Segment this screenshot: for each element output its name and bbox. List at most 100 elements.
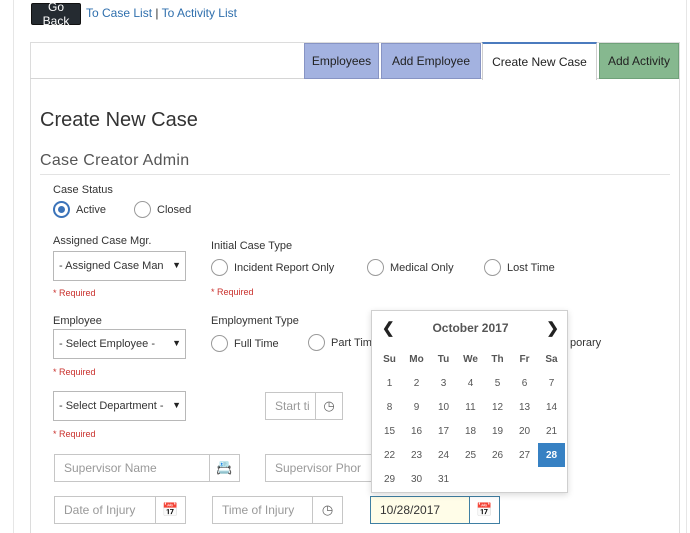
radio-icon — [211, 335, 228, 352]
day-cell[interactable]: 25 — [457, 443, 484, 467]
day-cell[interactable]: 12 — [484, 395, 511, 419]
supervisor-name-input[interactable]: Supervisor Name 📇 — [54, 454, 240, 482]
case-type-incident-radio[interactable]: Incident Report Only — [211, 259, 334, 276]
day-cell[interactable]: 23 — [403, 443, 430, 467]
day-cell — [511, 467, 538, 491]
day-cell[interactable]: 11 — [457, 395, 484, 419]
day-cell[interactable]: 2 — [403, 371, 430, 395]
day-cell[interactable]: 8 — [376, 395, 403, 419]
day-cell[interactable]: 27 — [511, 443, 538, 467]
weekday-row: Su Mo Tu We Th Fr Sa — [376, 347, 565, 371]
chevron-down-icon: ▼ — [172, 400, 181, 410]
weekday-label: Th — [491, 353, 504, 365]
calendar-icon[interactable]: 📅 — [469, 497, 499, 523]
radio-label: Full Time — [234, 337, 279, 350]
day-cell[interactable]: 17 — [430, 419, 457, 443]
assigned-mgr-required: * Required — [53, 288, 96, 298]
day-cell[interactable]: 31 — [430, 467, 457, 491]
day-cell[interactable]: 21 — [538, 419, 565, 443]
time-of-injury-placeholder: Time of Injury — [222, 503, 295, 517]
week-row: 8 9 10 11 12 13 14 — [376, 395, 565, 419]
weekday-label: Mo — [409, 353, 424, 365]
day-cell[interactable]: 18 — [457, 419, 484, 443]
week-row: 1 2 3 4 5 6 7 — [376, 371, 565, 395]
day-cell — [457, 467, 484, 491]
day-cell[interactable]: 16 — [403, 419, 430, 443]
employment-type-label: Employment Type — [211, 315, 299, 327]
id-card-icon: 📇 — [209, 455, 239, 481]
date-of-injury-placeholder: Date of Injury — [64, 503, 136, 517]
radio-label: Active — [76, 203, 106, 216]
chevron-down-icon: ▼ — [172, 338, 181, 348]
radio-label: Part Tim — [331, 336, 372, 349]
tab-add-activity[interactable]: Add Activity — [599, 43, 679, 79]
department-select[interactable]: - Select Department - ▼ — [53, 391, 186, 421]
tab-employees[interactable]: Employees — [304, 43, 379, 79]
datepicker-header: ❮ October 2017 ❯ — [372, 311, 569, 345]
start-time-placeholder: Start ti — [275, 399, 310, 413]
clock-icon[interactable]: ◷ — [315, 393, 342, 419]
chevron-down-icon: ▼ — [172, 260, 181, 270]
day-cell[interactable]: 3 — [430, 371, 457, 395]
day-cell[interactable]: 1 — [376, 371, 403, 395]
tab-add-employee[interactable]: Add Employee — [381, 43, 481, 79]
day-cell[interactable]: 29 — [376, 467, 403, 491]
day-cell[interactable]: 9 — [403, 395, 430, 419]
day-cell — [538, 467, 565, 491]
day-cell[interactable]: 24 — [430, 443, 457, 467]
clock-icon[interactable]: ◷ — [312, 497, 342, 523]
start-time-input[interactable]: Start ti ◷ — [265, 392, 343, 420]
day-cell[interactable]: 28 — [538, 443, 565, 467]
top-links: To Case List | To Activity List — [86, 6, 237, 20]
day-cell[interactable]: 13 — [511, 395, 538, 419]
day-cell[interactable]: 7 — [538, 371, 565, 395]
time-of-injury-input[interactable]: Time of Injury ◷ — [212, 496, 343, 524]
day-cell[interactable]: 14 — [538, 395, 565, 419]
datepicker-popup: ❮ October 2017 ❯ Su Mo Tu We Th Fr Sa 1 … — [371, 310, 568, 493]
section-title: Case Creator Admin — [40, 152, 190, 169]
day-cell[interactable]: 4 — [457, 371, 484, 395]
day-cell[interactable]: 6 — [511, 371, 538, 395]
department-required: * Required — [53, 429, 96, 439]
case-status-closed-radio[interactable]: Closed — [134, 201, 191, 218]
week-row: 22 23 24 25 26 27 28 — [376, 443, 565, 467]
calendar-icon[interactable]: 📅 — [155, 497, 185, 523]
employee-select[interactable]: - Select Employee - ▼ — [53, 329, 186, 359]
radio-label: Medical Only — [390, 261, 454, 274]
case-type-lost-time-radio[interactable]: Lost Time — [484, 259, 555, 276]
chevron-right-icon[interactable]: ❯ — [546, 319, 559, 337]
day-cell[interactable]: 30 — [403, 467, 430, 491]
day-cell[interactable]: 5 — [484, 371, 511, 395]
day-cell[interactable]: 26 — [484, 443, 511, 467]
week-row: 29 30 31 — [376, 467, 565, 491]
page-right-border — [686, 0, 687, 533]
case-list-link[interactable]: To Case List — [86, 6, 152, 20]
radio-label: Closed — [157, 203, 192, 216]
day-cell[interactable]: 20 — [511, 419, 538, 443]
supervisor-name-placeholder: Supervisor Name — [64, 461, 157, 475]
radio-icon — [367, 259, 384, 276]
date-input-active[interactable]: 10/28/2017 📅 — [370, 496, 500, 524]
case-status-label: Case Status — [53, 184, 113, 196]
supervisor-phone-input[interactable]: Supervisor Phor — [265, 454, 375, 482]
page-left-border — [13, 0, 14, 533]
day-cell[interactable]: 19 — [484, 419, 511, 443]
day-cell[interactable]: 15 — [376, 419, 403, 443]
radio-selected-icon — [53, 201, 70, 218]
day-cell[interactable]: 10 — [430, 395, 457, 419]
go-back-button[interactable]: Go Back — [31, 0, 81, 28]
case-type-medical-radio[interactable]: Medical Only — [367, 259, 454, 276]
tab-create-new-case[interactable]: Create New Case — [482, 42, 597, 80]
date-of-injury-input[interactable]: Date of Injury 📅 — [54, 496, 186, 524]
day-cell[interactable]: 22 — [376, 443, 403, 467]
weekday-label: We — [463, 353, 478, 365]
employee-required: * Required — [53, 367, 96, 377]
case-status-active-radio[interactable]: Active — [53, 201, 106, 218]
employment-full-time-radio[interactable]: Full Time — [211, 335, 279, 352]
assigned-mgr-select[interactable]: - Assigned Case Man ▼ — [53, 251, 186, 281]
activity-list-link[interactable]: To Activity List — [162, 6, 237, 20]
datepicker-month-title[interactable]: October 2017 — [372, 321, 569, 335]
page-title: Create New Case — [40, 109, 198, 131]
employment-part-time-radio[interactable]: Part Tim — [308, 334, 372, 351]
date-input-value: 10/28/2017 — [380, 503, 441, 517]
